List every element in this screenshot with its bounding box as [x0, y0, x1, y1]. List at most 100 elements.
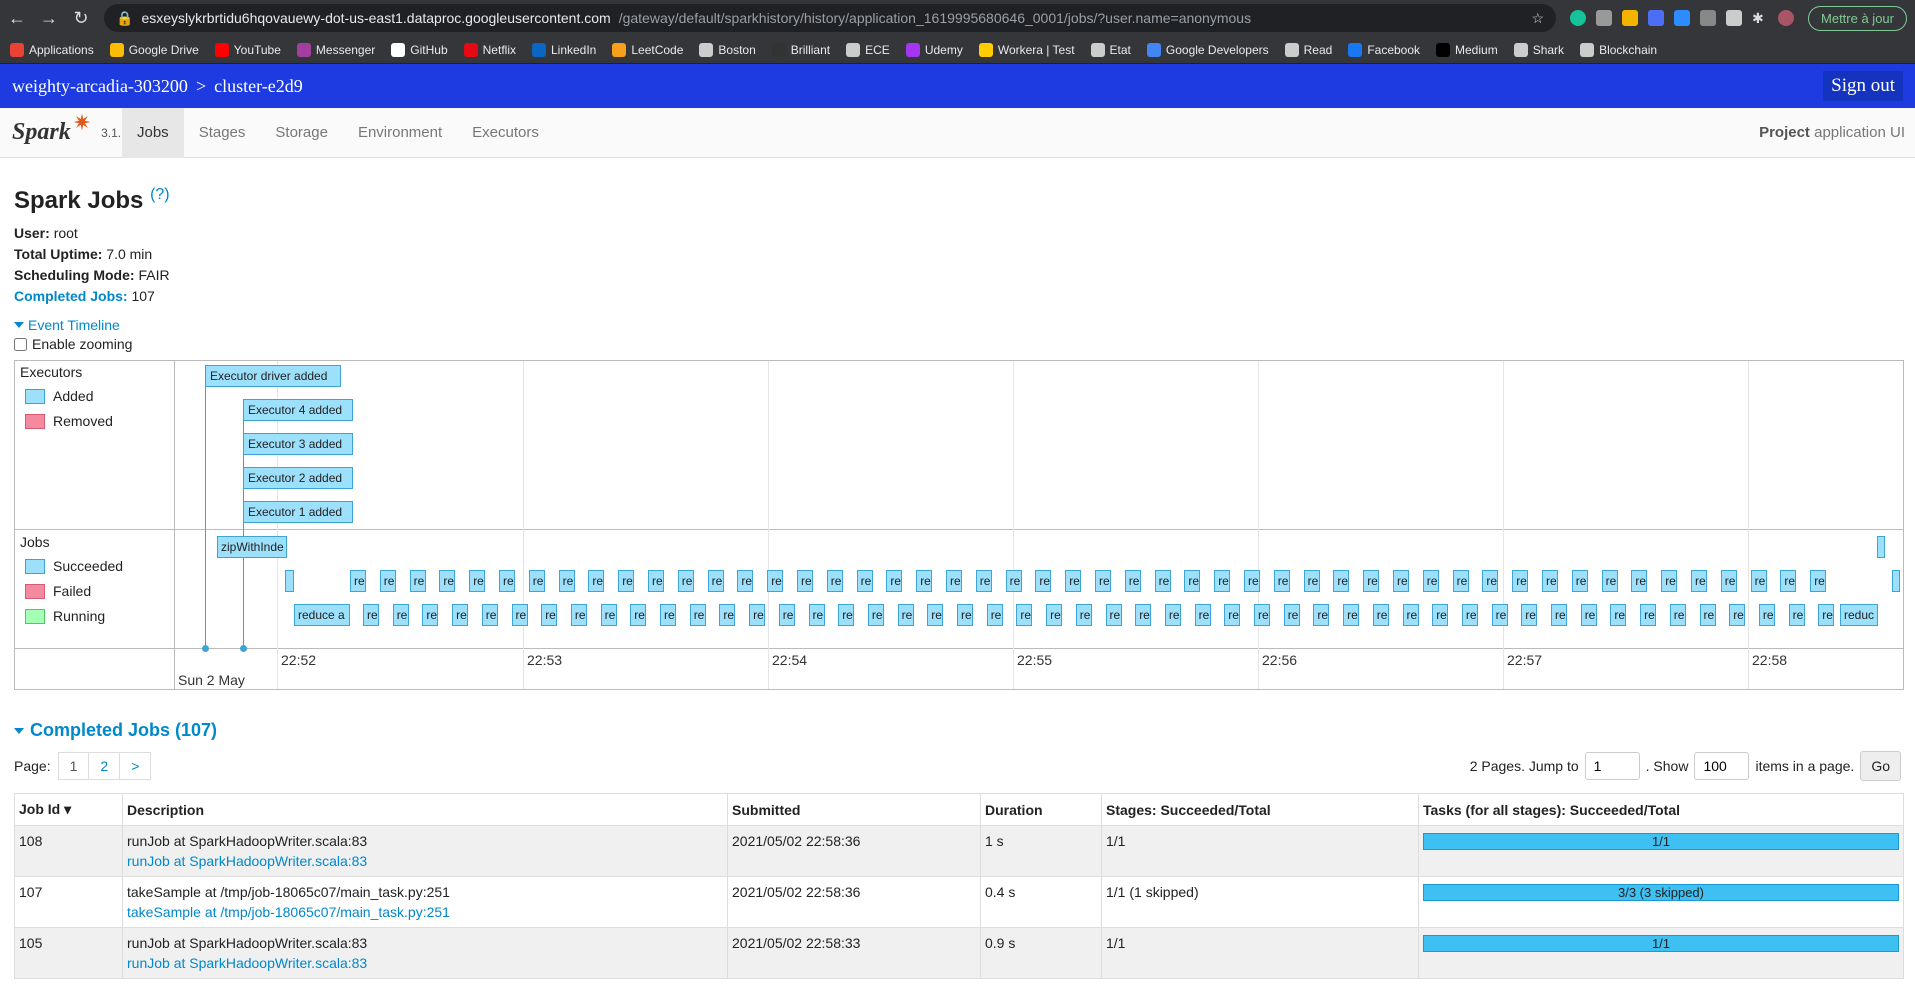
job-box[interactable]: re	[1372, 604, 1389, 626]
job-box[interactable]: re	[1046, 604, 1063, 626]
col-submitted[interactable]: Submitted	[727, 793, 981, 826]
job-box[interactable]	[1877, 536, 1885, 558]
job-box[interactable]: re	[1788, 604, 1805, 626]
job-box[interactable]: re	[1758, 604, 1775, 626]
bookmark-item[interactable]: Shark	[1513, 42, 1564, 57]
bookmark-item[interactable]: Netflix	[463, 42, 516, 57]
job-box[interactable]: re	[1818, 604, 1835, 626]
job-box[interactable]: re	[1303, 570, 1320, 592]
job-box[interactable]: re	[1343, 604, 1360, 626]
executor-event[interactable]: Executor driver added	[205, 365, 341, 387]
job-box[interactable]: re	[1542, 570, 1558, 592]
job-box[interactable]: re	[618, 570, 635, 592]
bookmark-item[interactable]: LeetCode	[612, 42, 683, 57]
executor-event[interactable]: Executor 3 added	[243, 433, 353, 455]
event-timeline-toggle[interactable]: Event Timeline	[14, 317, 1901, 333]
grammarly-icon[interactable]	[1570, 10, 1587, 26]
sign-out-button[interactable]: Sign out	[1823, 71, 1903, 101]
job-box[interactable]: re	[677, 570, 694, 592]
job-box[interactable]: re	[826, 570, 843, 592]
puzzle-icon[interactable]: ✱	[1752, 10, 1768, 26]
job-box[interactable]: re	[1631, 570, 1648, 592]
job-box[interactable]: re	[1610, 604, 1627, 626]
bookmark-item[interactable]: Etat	[1090, 42, 1131, 57]
job-box[interactable]: re	[1571, 570, 1588, 592]
job-box[interactable]: re	[630, 604, 647, 626]
job-box[interactable]: re	[1016, 604, 1033, 626]
job-box[interactable]: re	[1214, 570, 1231, 592]
job-box[interactable]: re	[1333, 570, 1350, 592]
job-box[interactable]: re	[350, 570, 366, 592]
job-box[interactable]: re	[1422, 570, 1439, 592]
job-box[interactable]: re	[588, 570, 605, 592]
job-box[interactable]: re	[1491, 604, 1508, 626]
job-box[interactable]: re	[1452, 570, 1469, 592]
job-box[interactable]: re	[499, 570, 515, 592]
back-icon[interactable]: ←	[8, 8, 26, 29]
bookmark-item[interactable]: Medium	[1436, 42, 1498, 57]
extension-icon[interactable]	[1622, 10, 1639, 26]
extension-icon[interactable]	[1726, 10, 1743, 26]
job-box[interactable]: re	[778, 604, 795, 626]
job-box[interactable]: re	[660, 604, 676, 626]
job-box[interactable]: re	[1065, 570, 1082, 592]
job-box[interactable]: re	[975, 570, 992, 592]
job-box[interactable]: re	[1780, 570, 1797, 592]
bookmark-item[interactable]: Google Developers	[1146, 42, 1269, 57]
tab-executors[interactable]: Executors	[457, 108, 554, 158]
job-box[interactable]: re	[1363, 570, 1380, 592]
job-detail-link[interactable]: takeSample at /tmp/job-18065c07/main_tas…	[127, 904, 450, 920]
job-box[interactable]: re	[439, 570, 456, 592]
job-box[interactable]: re	[558, 570, 575, 592]
job-box[interactable]: re	[927, 604, 944, 626]
job-box[interactable]: re	[1035, 570, 1052, 592]
col-stages[interactable]: Stages: Succeeded/Total	[1101, 793, 1419, 826]
job-box[interactable]: re	[1432, 604, 1449, 626]
bookmark-item[interactable]: Facebook	[1348, 42, 1420, 57]
executor-event[interactable]: Executor 2 added	[243, 467, 353, 489]
enable-zoom-checkbox[interactable]	[14, 337, 27, 351]
job-box[interactable]: re	[1095, 570, 1111, 592]
job-box[interactable]: re	[1393, 570, 1409, 592]
job-box[interactable]: re	[897, 604, 914, 626]
bookmark-item[interactable]: ECE	[846, 42, 890, 57]
job-box[interactable]: zipWithInde	[217, 536, 287, 558]
job-box[interactable]: re	[1254, 604, 1270, 626]
job-box[interactable]: re	[528, 570, 545, 592]
bookmark-item[interactable]: Udemy	[905, 42, 963, 57]
job-box[interactable]: re	[452, 604, 469, 626]
job-box[interactable]: re	[1224, 604, 1241, 626]
bookmark-item[interactable]: GitHub	[391, 42, 448, 57]
tab-jobs[interactable]: Jobs	[122, 107, 184, 158]
job-box[interactable]: re	[1184, 570, 1201, 592]
forward-icon[interactable]: →	[40, 8, 58, 29]
col-duration[interactable]: Duration	[980, 793, 1102, 826]
bookmark-item[interactable]: Applications	[10, 42, 94, 57]
job-box[interactable]: re	[409, 570, 426, 592]
job-box[interactable]: re	[1461, 604, 1478, 626]
job-box[interactable]: re	[1194, 604, 1211, 626]
job-box[interactable]	[285, 570, 294, 592]
bookmark-item[interactable]: Google Drive	[109, 42, 199, 57]
job-box[interactable]: re	[1661, 570, 1678, 592]
completed-jobs-link[interactable]: Completed Jobs:	[14, 288, 128, 304]
job-box[interactable]: re	[1124, 570, 1141, 592]
project-link[interactable]: weighty-arcadia-303200	[12, 76, 188, 97]
job-box[interactable]: re	[469, 570, 486, 592]
tab-stages[interactable]: Stages	[184, 108, 261, 158]
job-box[interactable]: re	[1402, 604, 1419, 626]
job-box[interactable]: reduce a	[294, 604, 350, 626]
job-box[interactable]: re	[767, 570, 784, 592]
job-box[interactable]: re	[541, 604, 558, 626]
page-1-link[interactable]: 1	[57, 752, 90, 780]
bookmark-item[interactable]: Workera | Test	[978, 42, 1075, 57]
job-box[interactable]: re	[1482, 570, 1499, 592]
job-box[interactable]: re	[1729, 604, 1746, 626]
tab-environment[interactable]: Environment	[343, 108, 457, 158]
job-box[interactable]: re	[570, 604, 587, 626]
bookmark-star-icon[interactable]: ☆	[1531, 10, 1544, 27]
col-tasks[interactable]: Tasks (for all stages): Succeeded/Total	[1418, 793, 1904, 826]
next-page-link[interactable]: >	[119, 752, 152, 780]
job-box[interactable]: re	[1154, 570, 1171, 592]
job-box[interactable]	[1892, 570, 1900, 592]
